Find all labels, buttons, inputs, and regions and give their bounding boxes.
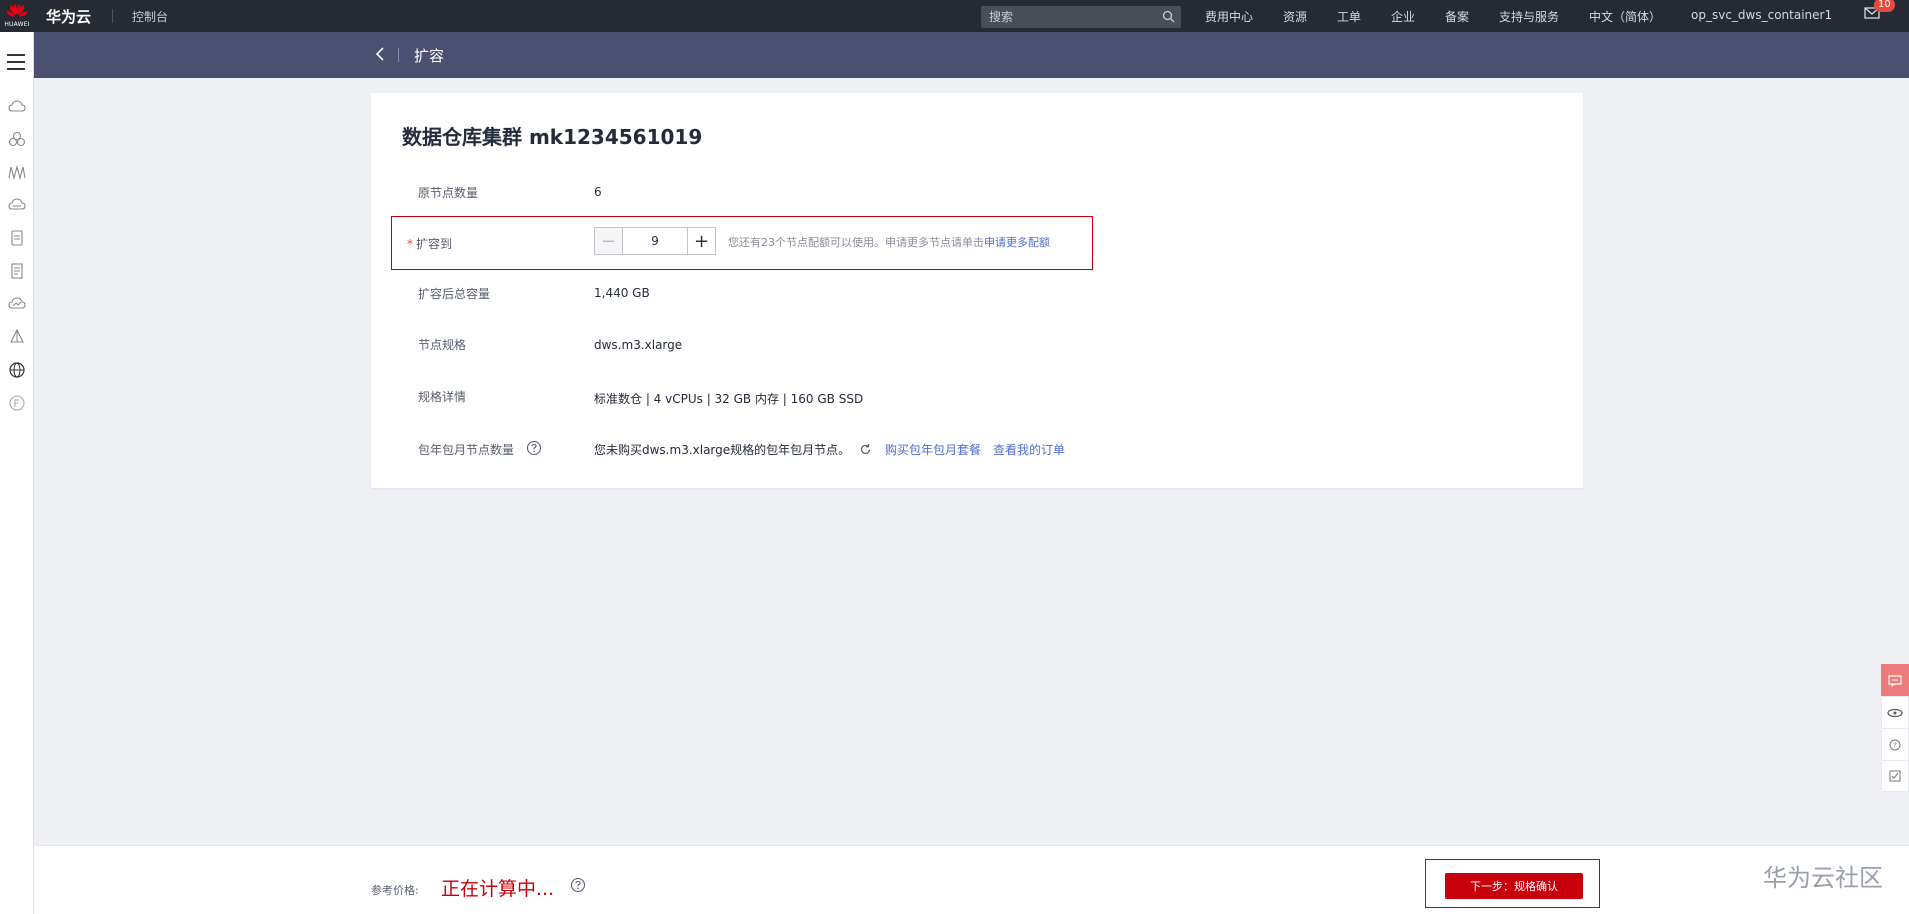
cloud-database-icon[interactable] — [8, 196, 26, 214]
page-header-bar: 扩容 — [34, 32, 1909, 78]
headset-icon — [1887, 708, 1903, 717]
nav-icp-filing[interactable]: 备案 — [1445, 8, 1469, 25]
page-title: 扩容 — [414, 47, 445, 65]
quota-hint: 您还有23个节点配额可以使用。申请更多节点请单击申请更多配额 — [728, 234, 1050, 250]
help-icon[interactable] — [526, 440, 542, 456]
cloud-monitor-icon[interactable] — [8, 295, 26, 313]
question-icon: ? — [1889, 739, 1901, 750]
bottom-action-bar: 参考价格: 正在计算中... 下一步：规格确认 — [34, 845, 1909, 914]
brand-name[interactable]: 华为云 — [46, 6, 91, 27]
request-quota-link[interactable]: 申请更多配额 — [984, 236, 1050, 249]
top-navigation-bar: HUAWEI 华为云 控制台 费用中心 资源 工单 企业 备案 支持与服务 中文… — [0, 0, 1909, 32]
storage-icon[interactable] — [8, 229, 26, 247]
huawei-logo[interactable]: HUAWEI — [0, 0, 34, 32]
divider — [398, 48, 399, 62]
total-capacity-label: 扩容后总容量 — [418, 287, 491, 301]
checklist-button[interactable] — [1881, 760, 1909, 792]
next-spec-confirm-button[interactable]: 下一步：规格确认 — [1445, 873, 1583, 899]
node-flavor-value: dws.m3.xlarge — [594, 338, 683, 352]
price-label: 参考价格: — [371, 884, 419, 897]
cloud-server-icon[interactable] — [8, 98, 26, 116]
sail-icon[interactable] — [8, 328, 26, 346]
search-box[interactable] — [981, 6, 1181, 28]
flavor-detail-value: 标准数仓 | 4 vCPUs | 32 GB 内存 | 160 GB SSD — [594, 392, 864, 406]
help-button[interactable]: ? — [1881, 728, 1909, 760]
search-input[interactable] — [989, 10, 1149, 24]
node-flavor-label: 节点规格 — [418, 338, 467, 352]
refresh-icon[interactable] — [859, 443, 872, 456]
service-button[interactable] — [1881, 696, 1909, 728]
expand-to-label-text: 扩容到 — [416, 237, 453, 251]
flavor-detail-label: 规格详情 — [418, 390, 467, 404]
node-count-input[interactable] — [623, 228, 687, 254]
nav-enterprise[interactable]: 企业 — [1391, 8, 1415, 25]
service-icon[interactable] — [8, 394, 26, 412]
divider — [112, 9, 113, 23]
node-count-stepper[interactable]: − + — [594, 227, 716, 255]
cluster-title: 数据仓库集群 mk1234561019 — [402, 125, 703, 149]
monthly-nodes-value: 您未购买dws.m3.xlarge规格的包年包月节点。 — [594, 443, 851, 457]
chat-icon — [1888, 674, 1902, 687]
monthly-nodes-label: 包年包月节点数量 — [418, 443, 515, 457]
search-icon[interactable] — [1162, 10, 1175, 23]
original-nodes-label: 原节点数量 — [418, 186, 479, 200]
mail-badge: 10 — [1874, 0, 1895, 12]
globe-icon[interactable] — [8, 361, 26, 379]
expand-to-label: * 扩容到 — [407, 235, 452, 252]
logo-text: HUAWEI — [4, 21, 30, 28]
quota-hint-text: 您还有23个节点配额可以使用。申请更多节点请单击 — [728, 236, 984, 249]
nav-language[interactable]: 中文（简体） — [1589, 8, 1661, 25]
buy-monthly-package-link[interactable]: 购买包年包月套餐 — [885, 441, 981, 458]
floating-toolbar: ? — [1881, 664, 1909, 792]
decrement-button[interactable]: − — [595, 228, 623, 254]
network-icon[interactable] — [8, 163, 26, 181]
cluster-icon[interactable] — [8, 130, 26, 148]
document-icon[interactable] — [8, 262, 26, 280]
checklist-icon — [1889, 770, 1901, 782]
original-nodes-value: 6 — [594, 185, 602, 199]
back-arrow-icon[interactable] — [374, 46, 386, 62]
nav-username[interactable]: op_svc_dws_container1 — [1691, 8, 1832, 22]
price-help-icon[interactable] — [570, 877, 586, 893]
nav-resources[interactable]: 资源 — [1283, 8, 1307, 25]
nav-billing[interactable]: 费用中心 — [1205, 8, 1253, 25]
svg-text:?: ? — [1893, 741, 1897, 749]
scale-out-form-card: 数据仓库集群 mk1234561019 原节点数量 6 *扩容到 − + 您还有… — [371, 93, 1583, 488]
watermark: 华为云社区 — [1763, 864, 1883, 892]
feedback-button[interactable] — [1881, 664, 1909, 696]
nav-tickets[interactable]: 工单 — [1337, 8, 1361, 25]
menu-icon[interactable] — [7, 54, 25, 75]
left-sidebar — [0, 32, 34, 914]
required-marker: * — [407, 237, 413, 251]
total-capacity-value: 1,440 GB — [594, 286, 650, 300]
huawei-flower-icon — [6, 4, 28, 17]
console-link[interactable]: 控制台 — [132, 8, 168, 25]
increment-button[interactable]: + — [687, 228, 715, 254]
view-orders-link[interactable]: 查看我的订单 — [993, 441, 1065, 458]
price-value: 正在计算中... — [441, 878, 555, 900]
nav-support[interactable]: 支持与服务 — [1499, 8, 1559, 25]
